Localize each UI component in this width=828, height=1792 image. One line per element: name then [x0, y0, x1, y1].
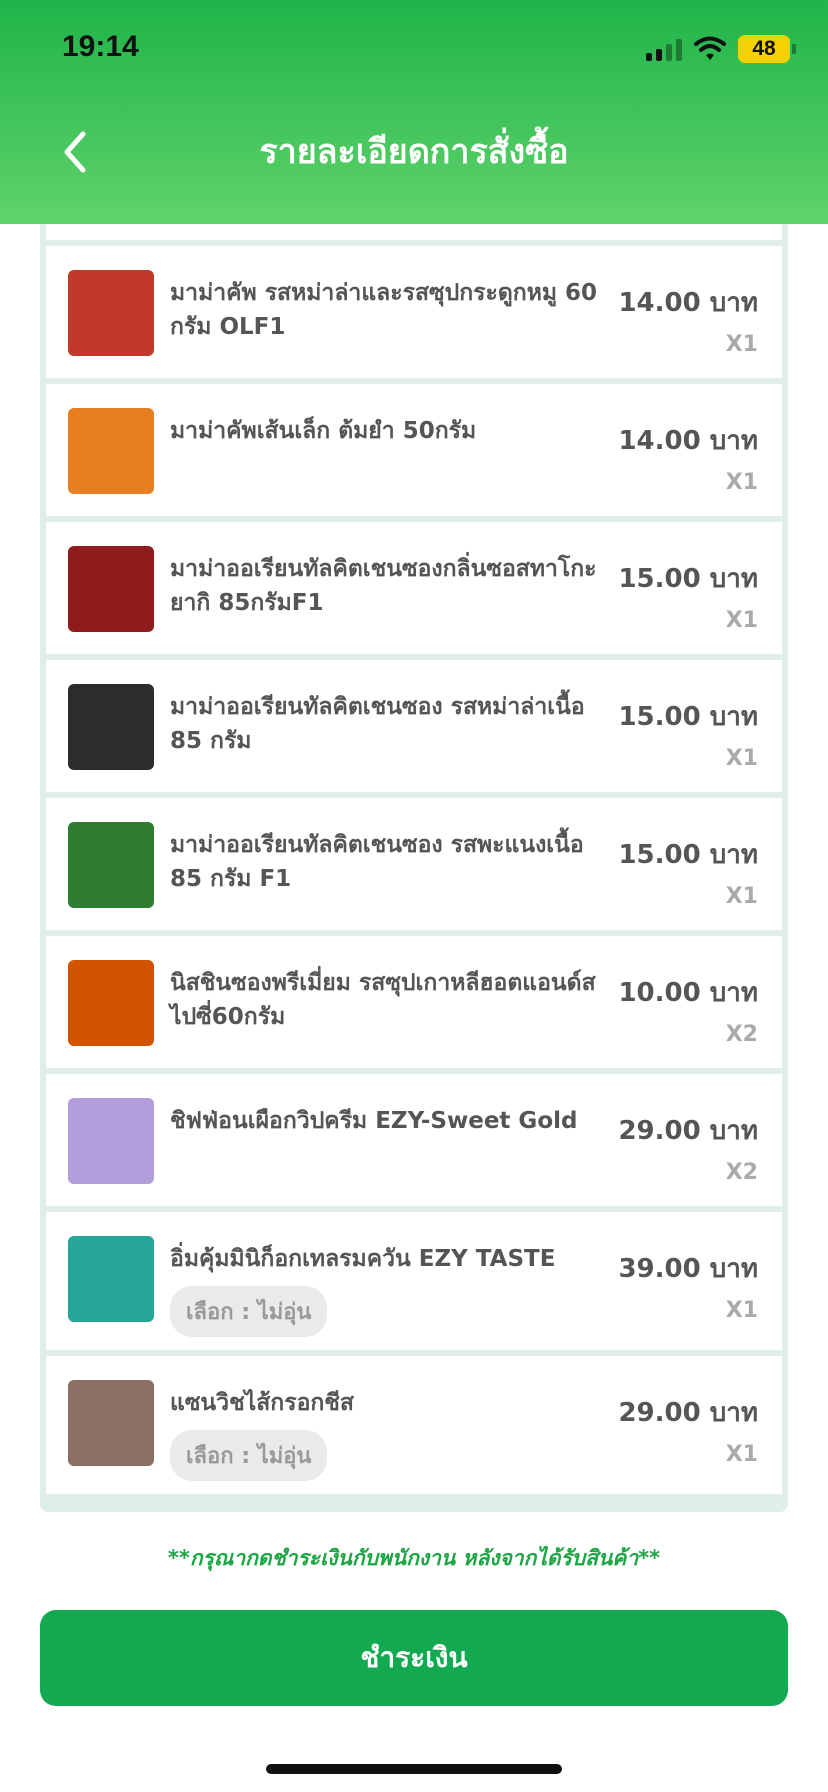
product-name: ชิฟฟ่อนเผือกวิปครีม EZY-Sweet Gold — [170, 1108, 578, 1134]
order-item: มาม่าคัพเส้นเล็ก ต้มยำ 50กรัม 14.00 บาท X1 — [46, 384, 782, 516]
order-item: มาม่าคัพ รสหม่าล่าและรสซุปกระดูกหมู 60 ก… — [46, 246, 782, 378]
product-name: มาม่าคัพเส้นเล็ก ต้มยำ 50กรัม — [170, 418, 477, 444]
order-item: อิ่มคุ้มมินิก็อกเทลรมควัน EZY TASTE 39.00… — [46, 1212, 782, 1350]
product-name: มาม่าออเรียนทัลคิตเชนซอง รสพะแนงเนื้อ 85… — [170, 832, 584, 892]
order-item: แซนวิชไส้กรอกชีส 29.00 บาท X1 เลือก : ไม่อุ… — [46, 1356, 782, 1494]
product-quantity: X1 — [725, 884, 758, 909]
product-quantity: X1 — [725, 608, 758, 633]
product-price: 15.00 บาท — [618, 564, 758, 594]
product-quantity: X1 — [725, 1442, 758, 1467]
product-price: 15.00 บาท — [618, 840, 758, 870]
product-thumbnail — [68, 1098, 154, 1184]
home-indicator — [266, 1764, 562, 1774]
option-badge: เลือก : ไม่อุ่น — [170, 1430, 328, 1481]
order-item: มาม่าออเรียนทัลคิตเชนซองกลิ่นซอสทาโกะยาก… — [46, 522, 782, 654]
product-quantity: X2 — [725, 1022, 758, 1047]
app-header: 19:14 48 รายละเอียดการสั่งซื้อ — [0, 0, 828, 224]
product-name: มาม่าออเรียนทัลคิตเชนซอง รสหม่าล่าเนื้อ … — [170, 694, 585, 754]
product-name: อิ่มคุ้มมินิก็อกเทลรมควัน EZY TASTE — [170, 1246, 556, 1272]
order-item-list[interactable]: มาม่าคัพ รสหม่าล่าและรสซุปกระดูกหมู 60 ก… — [40, 224, 788, 1512]
cellular-signal-icon — [646, 37, 682, 61]
product-thumbnail — [68, 546, 154, 632]
payment-note: **กรุณากดชำระเงินกับพนักงาน หลังจากได้รั… — [167, 1546, 661, 1570]
product-quantity: X1 — [725, 470, 758, 495]
product-name: แซนวิชไส้กรอกชีส — [170, 1390, 354, 1416]
product-thumbnail — [68, 408, 154, 494]
pay-button[interactable]: ชำระเงิน — [40, 1610, 788, 1706]
product-price: 39.00 บาท — [618, 1254, 758, 1284]
product-quantity: X1 — [725, 332, 758, 357]
order-item: มาม่าออเรียนทัลคิตเชนซอง รสพะแนงเนื้อ 85… — [46, 798, 782, 930]
order-item: มาม่าออเรียนทัลคิตเชนซอง รสหม่าล่าเนื้อ … — [46, 660, 782, 792]
product-thumbnail — [68, 1236, 154, 1322]
product-name: มาม่าคัพ รสหม่าล่าและรสซุปกระดูกหมู 60 ก… — [170, 280, 598, 340]
option-badge: เลือก : ไม่อุ่น — [170, 1286, 328, 1337]
product-quantity: X1 — [725, 746, 758, 771]
product-name: มาม่าออเรียนทัลคิตเชนซองกลิ่นซอสทาโกะยาก… — [170, 556, 597, 616]
product-price: 29.00 บาท — [618, 1398, 758, 1428]
status-time: 19:14 — [62, 30, 139, 63]
product-price: 10.00 บาท — [618, 978, 758, 1008]
status-icons: 48 — [646, 32, 796, 66]
product-thumbnail — [68, 1380, 154, 1466]
product-price: 14.00 บาท — [618, 426, 758, 456]
list-item-partial — [46, 224, 782, 240]
page-title: รายละเอียดการสั่งซื้อ — [259, 132, 569, 172]
order-item: นิสชินซองพรีเมี่ยม รสซุปเกาหลีฮอตแอนด์สไ… — [46, 936, 782, 1068]
product-name: นิสชินซองพรีเมี่ยม รสซุปเกาหลีฮอตแอนด์สไ… — [170, 970, 596, 1030]
product-price: 29.00 บาท — [618, 1116, 758, 1146]
product-thumbnail — [68, 822, 154, 908]
order-item: ชิฟฟ่อนเผือกวิปครีม EZY-Sweet Gold 29.00 … — [46, 1074, 782, 1206]
product-quantity: X2 — [725, 1160, 758, 1185]
product-thumbnail — [68, 684, 154, 770]
product-thumbnail — [68, 270, 154, 356]
product-quantity: X1 — [725, 1298, 758, 1323]
product-price: 15.00 บาท — [618, 702, 758, 732]
product-price: 14.00 บาท — [618, 288, 758, 318]
wifi-icon — [694, 36, 726, 60]
battery-icon: 48 — [738, 35, 796, 63]
product-thumbnail — [68, 960, 154, 1046]
